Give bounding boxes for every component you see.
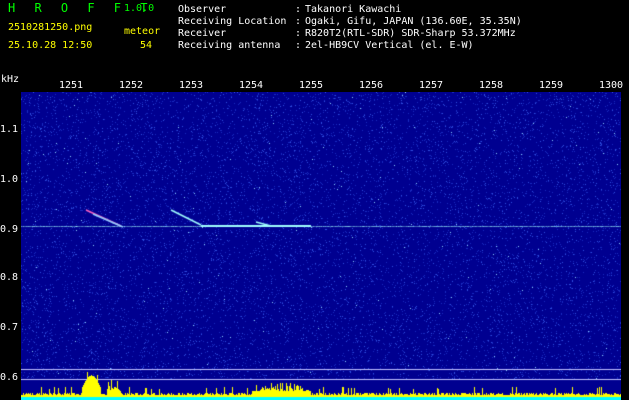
receiver-separator: : xyxy=(295,28,302,39)
location-label: Receiving Location xyxy=(178,16,287,27)
frequency-tick-label: 0.6 xyxy=(0,372,19,383)
spectrogram-canvas xyxy=(21,92,621,400)
receiver-label: Receiver xyxy=(178,28,227,39)
antenna-separator: : xyxy=(295,40,302,51)
time-tick-label: 1257 xyxy=(419,80,444,91)
antenna-value: 2el-HB9CV Vertical (el. E-W) xyxy=(305,40,474,51)
frequency-tick-label: 1.1 xyxy=(0,124,19,135)
time-tick-label: 1255 xyxy=(299,80,324,91)
location-value: Ogaki, Gifu, JAPAN (136.60E, 35.35N) xyxy=(305,16,522,27)
observer-label: Observer xyxy=(178,4,227,15)
frequency-tick-label: 1.0 xyxy=(0,174,19,185)
antenna-label: Receiving antenna xyxy=(178,40,281,51)
frequency-tick-label: 0.7 xyxy=(0,322,19,333)
frequency-tick-label: 0.8 xyxy=(0,272,19,283)
observer-separator: : xyxy=(295,4,302,15)
observer-value: Takanori Kawachi xyxy=(305,4,402,15)
image-filename: 2510281250.png xyxy=(8,22,93,33)
spectrogram-waterfall xyxy=(21,92,621,400)
frequency-tick-label: 0.9 xyxy=(0,224,19,235)
frequency-unit-label: kHz xyxy=(1,74,20,85)
time-tick-label: 1251 xyxy=(59,80,84,91)
time-tick-label: 1258 xyxy=(479,80,504,91)
time-tick-label: 1300 xyxy=(599,80,624,91)
time-tick-label: 1254 xyxy=(239,80,264,91)
timestamp: 25.10.28 12:50 xyxy=(8,40,93,51)
app-version: 1.0.0 xyxy=(124,3,155,14)
time-tick-label: 1259 xyxy=(539,80,564,91)
time-tick-label: 1252 xyxy=(119,80,144,91)
meteor-count: 54 xyxy=(140,40,153,51)
receiver-value: R820T2(RTL-SDR) SDR-Sharp 53.372MHz xyxy=(305,28,516,39)
meteor-label: meteor xyxy=(124,26,161,37)
time-tick-label: 1253 xyxy=(179,80,204,91)
location-separator: : xyxy=(295,16,302,27)
time-tick-label: 1256 xyxy=(359,80,384,91)
